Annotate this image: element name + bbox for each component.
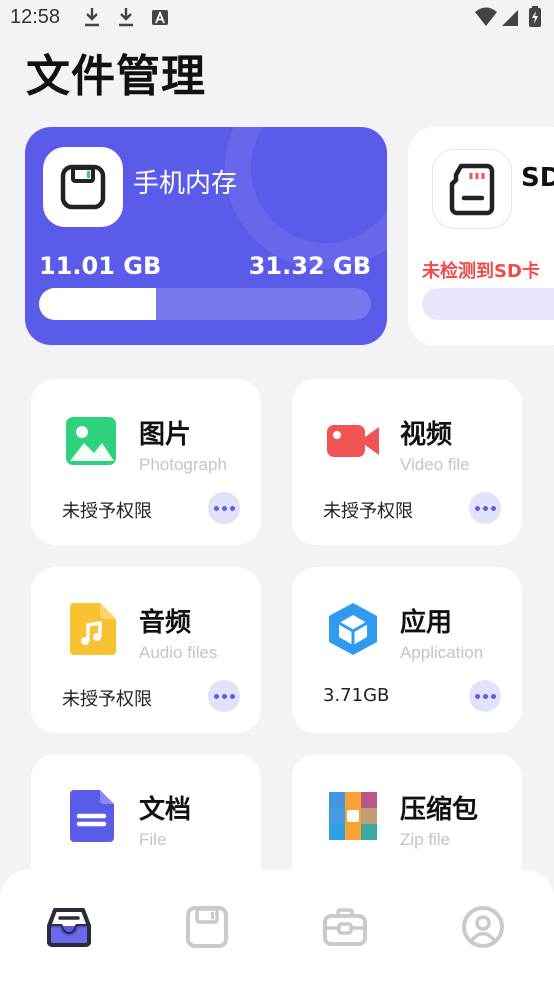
category-subtitle: Audio files xyxy=(139,643,218,662)
category-name: 音频 xyxy=(139,608,192,638)
category-name: 视频 xyxy=(400,420,453,450)
more-options-button[interactable] xyxy=(208,492,240,524)
storage-progress-bar xyxy=(39,288,371,320)
nav-files[interactable] xyxy=(46,904,92,950)
sd-card-icon xyxy=(449,163,495,216)
sd-card-icon-box xyxy=(432,149,512,229)
bottom-navigation xyxy=(0,870,554,982)
card-decoration xyxy=(225,127,387,269)
internal-storage-name: 手机内存 xyxy=(133,169,238,199)
nav-tools[interactable] xyxy=(322,904,368,950)
category-name: 图片 xyxy=(139,420,192,450)
toolbox-icon xyxy=(323,908,367,946)
document-icon xyxy=(70,790,114,842)
category-subtitle: Application xyxy=(400,643,484,662)
category-card-videos[interactable]: 视频 Video file 未授予权限 xyxy=(292,379,522,545)
download-icon xyxy=(85,8,99,27)
floppy-save-icon xyxy=(186,906,228,948)
category-status: 未授予权限 xyxy=(323,501,413,522)
category-subtitle: Photograph xyxy=(139,455,227,474)
font-a-icon xyxy=(152,10,168,25)
battery-charging-icon xyxy=(529,6,541,27)
category-status: 3.71GB xyxy=(323,685,390,706)
zip-archive-icon xyxy=(329,792,377,840)
nav-storage[interactable] xyxy=(184,904,230,950)
category-subtitle: Video file xyxy=(400,455,470,474)
cube-app-icon xyxy=(329,603,377,655)
user-circle-icon xyxy=(462,906,504,948)
more-options-button[interactable] xyxy=(469,680,501,712)
sd-card-progress-bar xyxy=(422,288,554,320)
download-icon xyxy=(119,8,133,27)
used-space: 11.01 GB xyxy=(39,252,162,280)
category-name: 压缩包 xyxy=(400,795,479,825)
category-name: 应用 xyxy=(400,608,453,638)
category-card-audio[interactable]: 音频 Audio files 未授予权限 xyxy=(31,567,261,733)
video-camera-icon xyxy=(327,425,379,457)
category-name: 文档 xyxy=(139,795,192,825)
more-options-button[interactable] xyxy=(208,680,240,712)
category-subtitle: Zip file xyxy=(400,830,451,849)
inbox-tray-icon xyxy=(47,908,91,947)
wifi-icon xyxy=(475,7,497,26)
total-space: 31.32 GB xyxy=(248,252,371,280)
music-file-icon xyxy=(70,603,116,655)
floppy-save-icon xyxy=(60,164,106,210)
page-title: 文件管理 xyxy=(26,51,206,102)
sd-card-status: 未检测到SD卡 xyxy=(422,261,540,282)
category-card-apps[interactable]: 应用 Application 3.71GB xyxy=(292,567,522,733)
image-icon xyxy=(66,417,116,465)
more-options-button[interactable] xyxy=(469,492,501,524)
category-status: 未授予权限 xyxy=(62,501,152,522)
status-bar: 12:58 xyxy=(0,0,554,34)
sd-card-name: SD xyxy=(521,163,554,193)
nav-profile[interactable] xyxy=(460,904,506,950)
internal-storage-icon-box xyxy=(43,147,123,227)
status-time: 12:58 xyxy=(10,6,61,28)
internal-storage-card[interactable]: 手机内存 11.01 GB 31.32 GB xyxy=(25,127,387,345)
signal-icon xyxy=(502,10,518,26)
category-card-photos[interactable]: 图片 Photograph 未授予权限 xyxy=(31,379,261,545)
category-subtitle: File xyxy=(139,830,167,849)
storage-progress-fill xyxy=(39,288,156,320)
sd-card-storage-card[interactable]: SD 未检测到SD卡 xyxy=(408,127,554,345)
category-status: 未授予权限 xyxy=(62,689,152,710)
